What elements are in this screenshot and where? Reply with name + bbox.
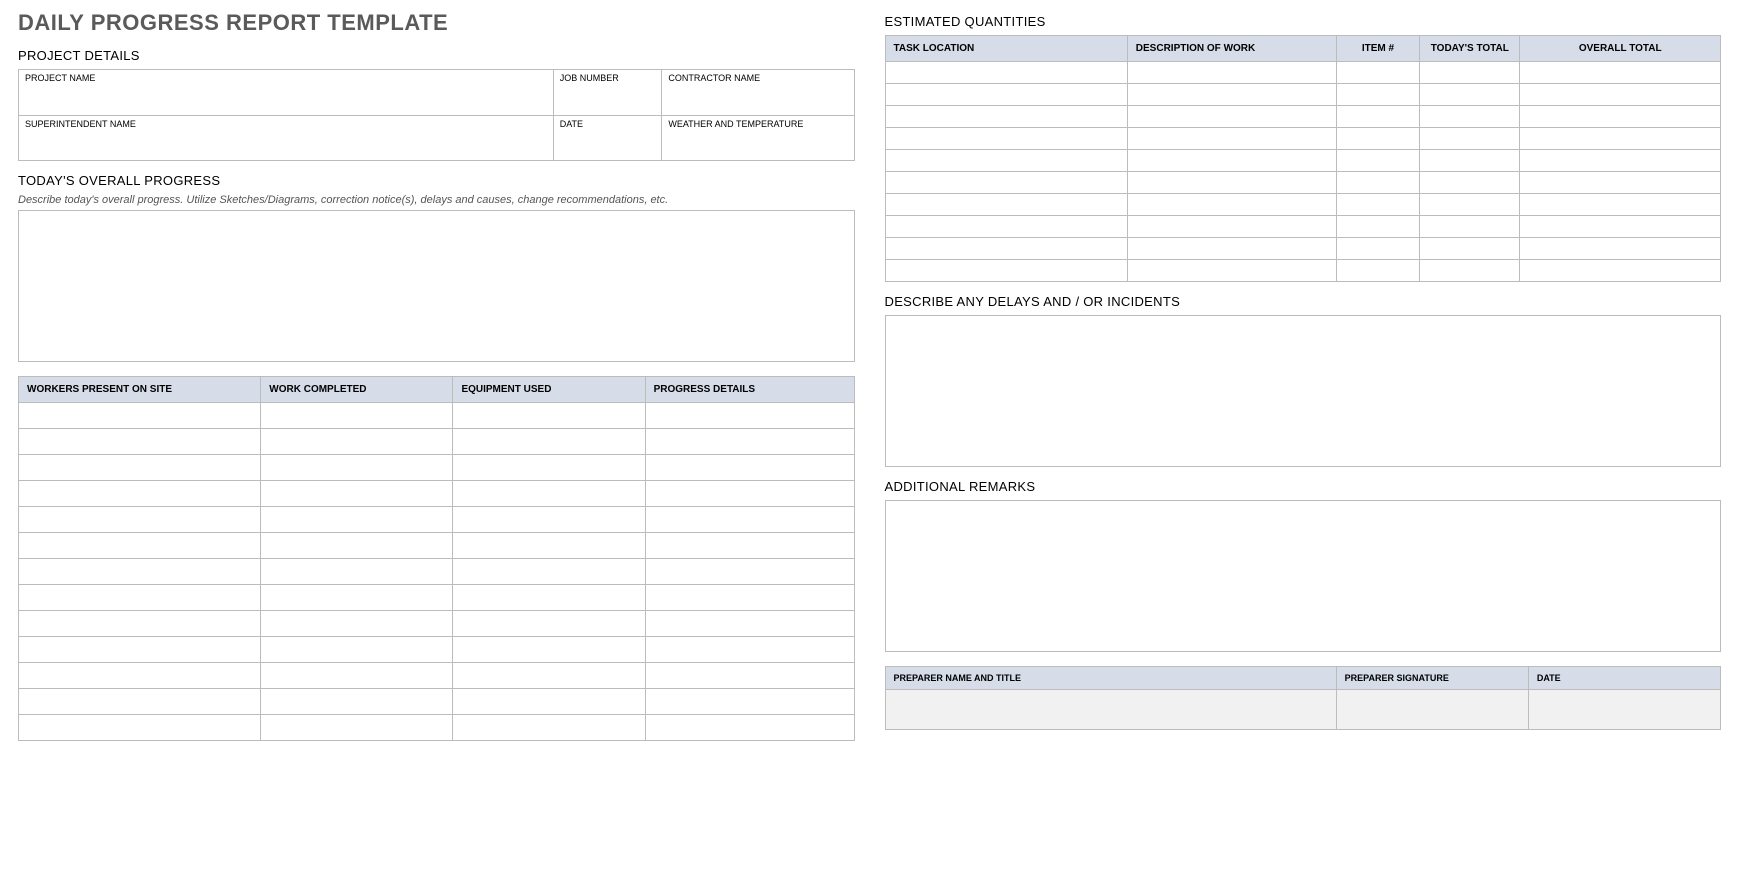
table-row[interactable] (19, 481, 855, 507)
th-preparer-sig: PREPARER SIGNATURE (1336, 667, 1528, 690)
signature-table: PREPARER NAME AND TITLE PREPARER SIGNATU… (885, 666, 1722, 730)
table-row[interactable] (885, 84, 1721, 106)
table-row[interactable] (19, 689, 855, 715)
table-row[interactable] (885, 172, 1721, 194)
table-row[interactable] (885, 150, 1721, 172)
overall-progress-heading: TODAY'S OVERALL PROGRESS (18, 173, 855, 188)
label-project-name: PROJECT NAME (19, 70, 554, 86)
input-preparer-sig[interactable] (1336, 690, 1528, 730)
table-row[interactable] (885, 194, 1721, 216)
input-sig-date[interactable] (1528, 690, 1720, 730)
overall-progress-box[interactable] (18, 210, 855, 362)
table-row[interactable] (885, 106, 1721, 128)
overall-progress-hint: Describe today's overall progress. Utili… (18, 194, 855, 206)
th-progress-details: PROGRESS DETAILS (645, 377, 854, 403)
th-overall-total: OVERALL TOTAL (1520, 36, 1721, 62)
table-row[interactable] (19, 507, 855, 533)
input-contractor-name[interactable] (662, 85, 854, 115)
table-row[interactable] (885, 260, 1721, 282)
right-column: ESTIMATED QUANTITIES TASK LOCATION DESCR… (885, 10, 1722, 741)
table-row[interactable] (19, 663, 855, 689)
table-row[interactable] (885, 216, 1721, 238)
project-details-heading: PROJECT DETAILS (18, 48, 855, 63)
table-row[interactable] (19, 429, 855, 455)
table-row[interactable] (19, 455, 855, 481)
th-task-location: TASK LOCATION (885, 36, 1127, 62)
table-row[interactable] (885, 238, 1721, 260)
th-item: ITEM # (1336, 36, 1420, 62)
input-date[interactable] (553, 131, 662, 161)
th-preparer-name: PREPARER NAME AND TITLE (885, 667, 1336, 690)
label-contractor-name: CONTRACTOR NAME (662, 70, 854, 86)
table-row[interactable] (19, 533, 855, 559)
label-job-number: JOB NUMBER (553, 70, 662, 86)
input-preparer-name[interactable] (885, 690, 1336, 730)
table-row[interactable] (885, 62, 1721, 84)
input-project-name[interactable] (19, 85, 554, 115)
table-row[interactable] (19, 637, 855, 663)
th-desc-work: DESCRIPTION OF WORK (1127, 36, 1336, 62)
th-todays-total: TODAY'S TOTAL (1420, 36, 1520, 62)
label-date: DATE (553, 115, 662, 131)
left-column: DAILY PROGRESS REPORT TEMPLATE PROJECT D… (18, 10, 855, 741)
est-qty-table: TASK LOCATION DESCRIPTION OF WORK ITEM #… (885, 35, 1722, 282)
page-title: DAILY PROGRESS REPORT TEMPLATE (18, 10, 855, 36)
input-weather[interactable] (662, 131, 854, 161)
input-superintendent-name[interactable] (19, 131, 554, 161)
remarks-heading: ADDITIONAL REMARKS (885, 479, 1722, 494)
table-row[interactable] (19, 611, 855, 637)
label-weather: WEATHER AND TEMPERATURE (662, 115, 854, 131)
th-equipment: EQUIPMENT USED (453, 377, 645, 403)
progress-table: WORKERS PRESENT ON SITE WORK COMPLETED E… (18, 376, 855, 741)
table-row[interactable] (19, 715, 855, 741)
input-job-number[interactable] (553, 85, 662, 115)
table-row[interactable] (19, 559, 855, 585)
table-row[interactable] (19, 403, 855, 429)
est-qty-heading: ESTIMATED QUANTITIES (885, 14, 1722, 29)
delays-heading: DESCRIBE ANY DELAYS AND / OR INCIDENTS (885, 294, 1722, 309)
delays-box[interactable] (885, 315, 1722, 467)
label-superintendent-name: SUPERINTENDENT NAME (19, 115, 554, 131)
project-details-table: PROJECT NAME JOB NUMBER CONTRACTOR NAME … (18, 69, 855, 161)
remarks-box[interactable] (885, 500, 1722, 652)
th-work-completed: WORK COMPLETED (261, 377, 453, 403)
th-sig-date: DATE (1528, 667, 1720, 690)
th-workers: WORKERS PRESENT ON SITE (19, 377, 261, 403)
table-row[interactable] (19, 585, 855, 611)
table-row[interactable] (885, 128, 1721, 150)
